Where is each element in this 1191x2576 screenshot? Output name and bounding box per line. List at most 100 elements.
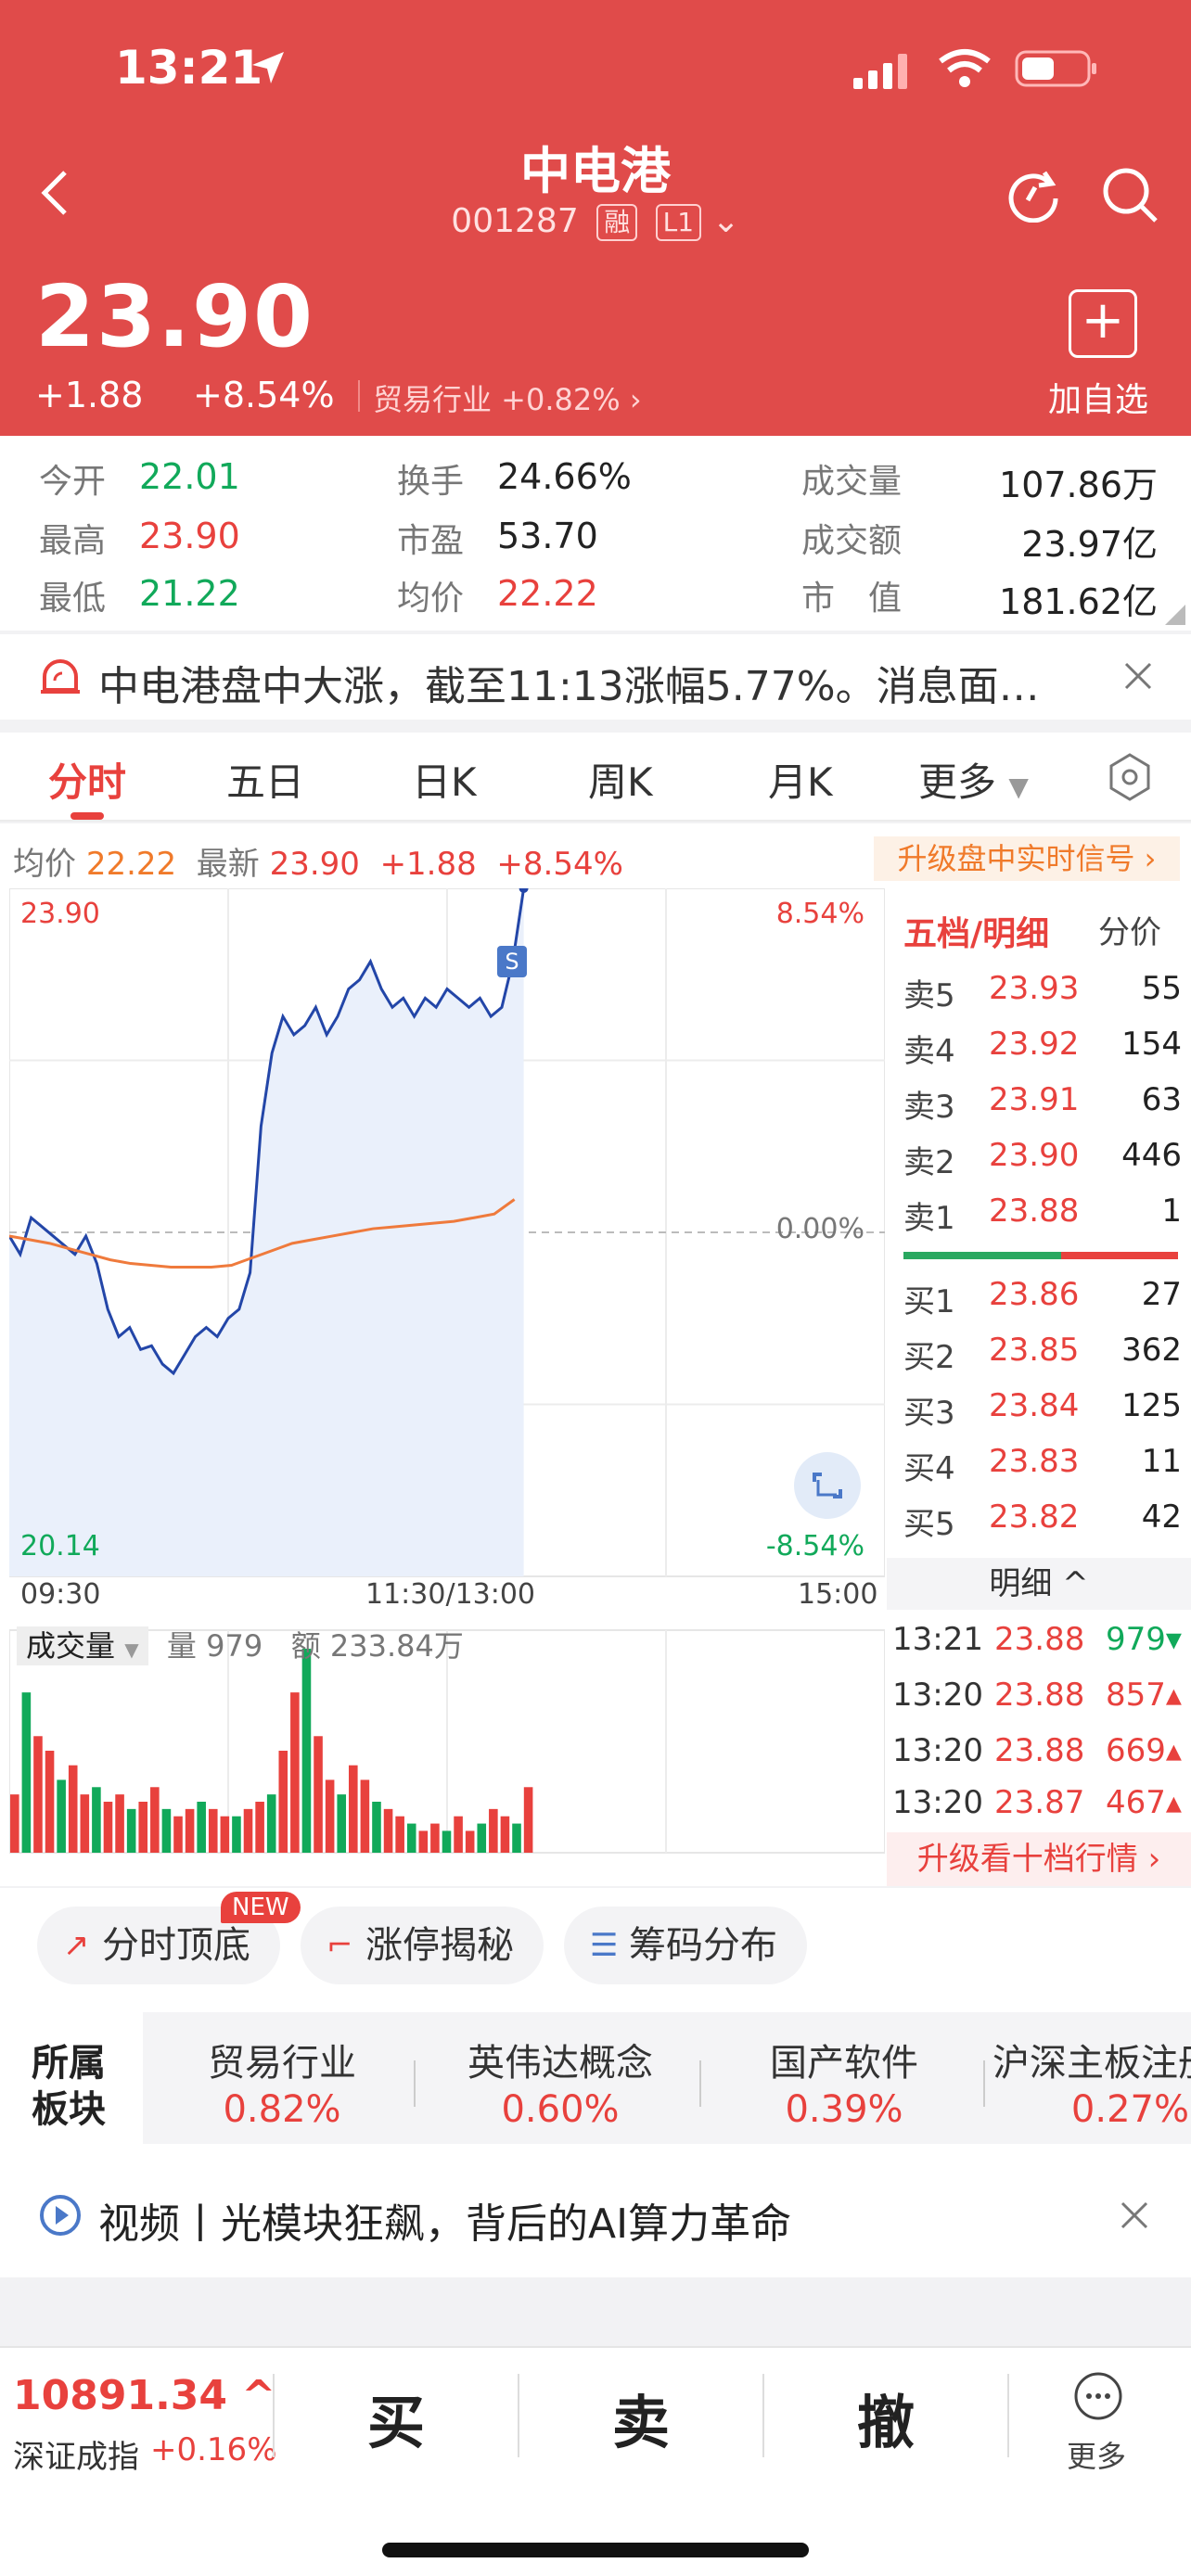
search-icon[interactable] [1100,165,1161,226]
tab-intraday[interactable]: 分时 [48,751,126,808]
tab-five-day[interactable]: 五日 [226,751,304,808]
volume-panel-selector[interactable]: 成交量 ▼ [17,1626,148,1665]
sector-name[interactable]: 国产软件 [705,2033,983,2086]
more-label[interactable]: 更多 [1067,2433,1126,2476]
chip-limit-up-secrets[interactable]: ⌐ 涨停揭秘 [301,1906,544,1984]
volume-bar [301,1649,312,1853]
volume-bar [220,1816,230,1853]
expand-corner-icon[interactable] [1163,603,1187,627]
last-price-dot [519,888,529,893]
index-pct: +0.16% [150,2431,277,2468]
tick-row: 13:20 23.88 857▴ [892,1677,1185,1732]
more-icon[interactable] [1072,2370,1124,2422]
tick-price: 23.87 [994,1784,1085,1821]
news-text[interactable]: 中电港盘中大涨，截至11:13涨幅5.77%。消息面… [98,653,1082,712]
volume-bar [278,1751,288,1853]
volume-bar [383,1808,393,1853]
upgrade-signal-link[interactable]: 升级盘中实时信号 › [874,836,1180,881]
open-value: 22.01 [139,456,240,497]
tab-monthly-k[interactable]: 月K [768,751,833,808]
divider [1007,2374,1009,2457]
volume-panel-label: 成交量 [26,1628,116,1664]
open-label: 今开 [39,463,107,501]
bid-volume: 125 [1121,1387,1182,1424]
add-favorite-label[interactable]: 加自选 [1048,373,1148,421]
order-book-tab[interactable]: 五档/明细 [903,907,1049,955]
buy-button[interactable]: 买 [367,2376,425,2459]
play-icon [40,2195,81,2236]
avg-label: 均价 [397,580,465,618]
chart-info-line: 均价 22.22 最新 23.90 +1.88 +8.54% [13,838,623,884]
price-dist-tab[interactable]: 分价 [1098,907,1161,952]
info-pct: +8.54% [496,846,623,883]
sector-name[interactable]: 沪深主板注册 [992,2033,1191,2086]
caret-down-icon: ▼ [124,1639,139,1661]
volume-bar [360,1779,370,1853]
volume-bar [185,1808,195,1853]
bid-label: 买3 [903,1395,955,1432]
refresh-icon[interactable] [1005,167,1061,223]
bid-volume: 27 [1141,1276,1182,1313]
chip-chip-distribution[interactable]: ☰ 筹码分布 [564,1906,807,1984]
video-banner[interactable]: 视频丨光模块狂飙，背后的AI算力革命 [0,2157,1191,2277]
intraday-section: 均价 22.22 最新 23.90 +1.88 +8.54% 升级盘中实时信号 … [0,823,1191,1886]
tab-weekly-k[interactable]: 周K [588,751,653,808]
wifi-icon [939,49,991,87]
volume-bar [489,1808,498,1853]
volume-bar [325,1779,335,1853]
volume-bar [372,1802,381,1853]
volume-label: 成交量 [801,463,903,501]
fullscreen-button[interactable] [794,1452,861,1519]
turnover-label: 换手 [397,463,465,501]
sectors-title: 所属板块 [32,2040,106,2133]
sectors-title-text: 所属板块 [32,2042,106,2131]
tick-volume: 979▾ [1106,1621,1182,1658]
index-name[interactable]: 深证成指 [13,2431,139,2477]
cancel-order-button[interactable]: 撤 [857,2376,915,2459]
close-icon[interactable] [1119,2200,1150,2231]
limit-up-icon: ⌐ [327,1927,353,1964]
volume-bar [266,1794,276,1853]
sell-button[interactable]: 卖 [612,2376,670,2459]
sector-pct[interactable]: 0.82% [143,2088,421,2131]
close-icon[interactable] [1122,660,1154,692]
video-title[interactable]: 视频丨光模块狂飙，背后的AI算力革命 [98,2190,791,2250]
volume-bar [314,1736,323,1853]
sector-pct[interactable]: 0.60% [421,2088,699,2131]
y-label-high: 23.90 [20,898,100,930]
bid-ask-ratio-bar [903,1252,1178,1259]
tab-more[interactable]: 更多 ▼ [918,751,1029,808]
bid-row: 买5 23.82 42 [903,1498,1182,1554]
volume-value: 107.86万 [999,465,1158,505]
sector-pct[interactable]: 0.27% [992,2088,1189,2131]
upgrade-ten-level-link[interactable]: 升级看十档行情 › [887,1832,1191,1886]
location-arrow-icon [252,52,284,83]
volume-bar [500,1816,510,1853]
news-banner[interactable]: 中电港盘中大涨，截至11:13涨幅5.77%。消息面… [0,634,1191,720]
signal-s-marker[interactable]: S [497,946,527,977]
sector-name[interactable]: 英伟达概念 [421,2033,699,2086]
volume-amt: 233.84万 [329,1628,464,1664]
divider [762,2374,764,2457]
distribution-icon: ☰ [590,1927,619,1964]
detail-toggle[interactable]: 明细 ^ [887,1558,1191,1610]
tick-price: 23.88 [994,1621,1085,1658]
add-favorite-button[interactable]: + [1069,289,1137,358]
settings-hexagon-icon[interactable] [1108,753,1152,801]
industry-link[interactable]: 贸易行业 +0.82% › [373,376,642,419]
y-pct-zero: 0.00% [775,1213,864,1245]
volume-bar [454,1816,463,1853]
sector-name[interactable]: 贸易行业 [143,2033,421,2086]
tick-row: 13:20 23.88 669▴ [892,1732,1185,1788]
y-pct-high: 8.54% [775,898,864,930]
index-value[interactable]: 10891.34 ^ [13,2372,275,2419]
tab-daily-k[interactable]: 日K [412,751,477,808]
price-change: +1.88 [35,375,144,415]
ask-label: 卖4 [903,1033,955,1070]
tick-volume: 857▴ [1106,1677,1182,1714]
tick-time: 13:20 [892,1677,983,1714]
intraday-chart[interactable] [9,888,885,1886]
stock-header: 13:21 中电港 001287 融 L1 ⌄ 23.90 +1.88 +8.5… [0,0,1191,436]
sector-pct[interactable]: 0.39% [705,2088,983,2131]
tool-chips: ↗ 分时顶底 ⌐ 涨停揭秘 ☰ 筹码分布 [0,1888,1191,1999]
